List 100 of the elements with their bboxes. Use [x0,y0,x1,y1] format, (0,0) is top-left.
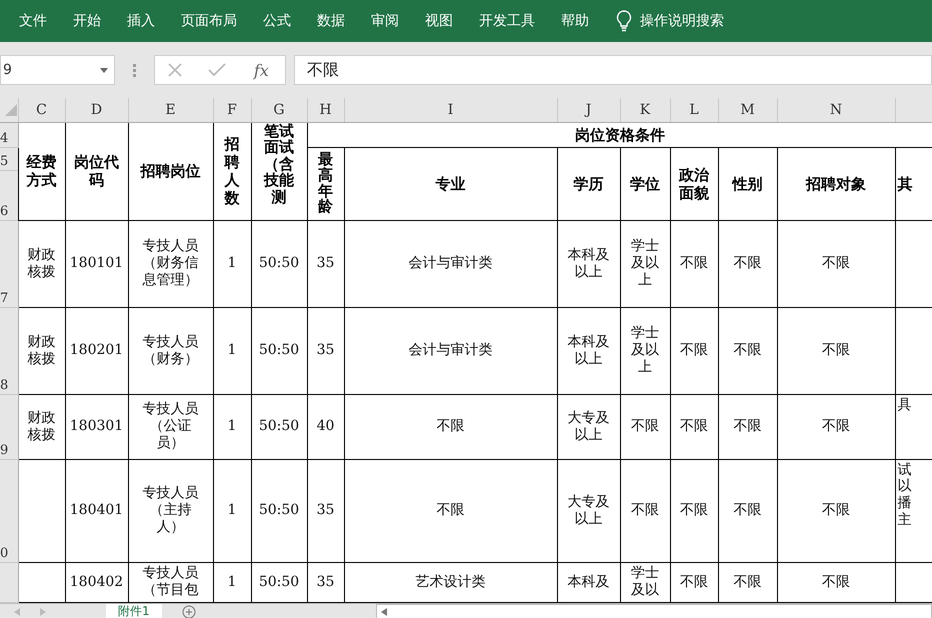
ribbon-tab[interactable]: 页面布局 [168,0,250,42]
ribbon-tab[interactable]: 开发工具 [466,0,548,42]
table-cell: 不限 [822,418,850,435]
table-cell: 不限 [680,342,708,359]
header-cell: 最高年龄 [318,152,333,215]
header-cell: 性别 [732,175,762,194]
row-header[interactable]: 5 [0,147,18,170]
scroll-right-icon[interactable] [40,608,46,616]
row-header[interactable]: 0 [0,459,18,562]
table-cell: 不限 [822,342,850,359]
table-cell: 180101 [70,255,124,272]
horizontal-scrollbar[interactable] [376,604,932,618]
insert-function-button[interactable]: fx [250,60,273,80]
header-cell: 招聘对象 [806,175,866,194]
column-header[interactable]: D [65,98,128,122]
row-header[interactable]: 8 [0,307,18,394]
table-cell: 不限 [680,418,708,435]
table-cell: 不限 [734,342,762,359]
column-header[interactable]: E [128,98,213,122]
cell-reference: 9 [3,62,12,78]
table-cell: 180402 [70,574,124,590]
table-cell: 40 [316,418,334,435]
table-cell: 不限 [734,255,762,272]
table-cell: 1 [228,574,236,590]
table-cell: 不限 [436,418,464,435]
column-header[interactable]: I [344,98,557,122]
column-header[interactable]: G [251,98,307,122]
table-cell: 不限 [734,574,762,590]
table-cell: 专技人员（公证员） [142,401,198,452]
ribbon-tab[interactable]: 数据 [304,0,358,42]
column-header[interactable]: M [718,98,777,122]
table-cell: 不限 [822,502,850,519]
table-cell: 不限 [734,418,762,435]
header-cell: 其 [898,175,912,194]
table-cell: 不限 [631,502,659,519]
add-sheet-icon[interactable] [182,604,196,618]
row-header[interactable]: 7 [0,220,18,307]
table-cell: 专技人员（节目包 [142,565,198,599]
table-cell: 180401 [70,502,124,519]
check-icon[interactable] [208,63,226,77]
table-cell: 不限 [822,574,850,590]
table-cell: 试以播主 [898,462,912,529]
name-box[interactable]: 9 [0,55,115,85]
sheet-tab[interactable]: 附件1 [106,604,162,618]
header-cell: 政治面貌 [679,166,709,202]
table-cell: 专技人员（财务） [142,334,198,368]
table-cell: 本科及 [568,574,610,590]
table-cell: 180301 [70,418,124,435]
column-header[interactable]: F [213,98,251,122]
column-header[interactable]: C [18,98,65,122]
table-cell: 财政核拨 [28,246,56,280]
table-cell: 大专及以上 [568,410,610,444]
dropdown-caret-icon [100,68,108,72]
table-cell: 1 [228,342,236,359]
table-cell: 50:50 [258,342,300,359]
table-cell: 35 [316,342,334,359]
table-cell: 50:50 [258,502,300,519]
ribbon-tab[interactable]: 公式 [250,0,304,42]
table-cell: 不限 [631,418,659,435]
ribbon-tab[interactable]: 视图 [412,0,466,42]
grip-icon [133,64,136,76]
ribbon-tab[interactable]: 开始 [60,0,114,42]
column-header[interactable]: J [557,98,620,122]
column-header[interactable]: N [777,98,895,122]
table-cell: 1 [228,502,236,519]
table-cell: 会计与审计类 [408,255,492,272]
header-cell: 岗位代码 [74,153,119,189]
cancel-icon[interactable] [167,62,184,78]
table-cell: 不限 [680,255,708,272]
ribbon-tab[interactable]: 帮助 [548,0,602,42]
table-cell: 不限 [822,255,850,272]
scroll-left-icon[interactable] [380,608,387,616]
row-header[interactable]: 6 [0,170,18,220]
ribbon-tab[interactable]: 文件 [6,0,60,42]
ribbon-tab[interactable]: 插入 [114,0,168,42]
header-cell: 专业 [344,147,557,220]
header-cell: 学历 [574,175,604,194]
table-cell: 不限 [680,502,708,519]
header-cell: 经费方式 [26,153,56,189]
table-cell: 180201 [70,342,124,359]
table-cell: 35 [316,255,334,272]
row-header[interactable]: 9 [0,394,18,459]
header-cell: 招聘岗位 [128,122,213,220]
table-cell: 学士及以 [631,565,659,599]
table-cell: 大专及以上 [568,494,610,528]
table-cell: 50:50 [258,574,300,590]
table-cell: 不限 [436,502,464,519]
table-cell: 不限 [734,502,762,519]
tell-me-search[interactable]: 操作说明搜索 [632,12,732,30]
table-cell: 35 [316,574,334,590]
column-header[interactable]: K [620,98,670,122]
column-header[interactable]: L [670,98,718,122]
row-header[interactable]: 4 [0,122,18,147]
ribbon-tab[interactable]: 审阅 [358,0,412,42]
table-cell: 财政核拨 [28,334,56,368]
column-header[interactable]: H [307,98,344,122]
select-all-icon[interactable] [4,104,16,116]
table-cell: 具 [898,396,912,414]
formula-field[interactable]: 不限 [294,55,932,85]
table-cell: 50:50 [258,418,300,435]
